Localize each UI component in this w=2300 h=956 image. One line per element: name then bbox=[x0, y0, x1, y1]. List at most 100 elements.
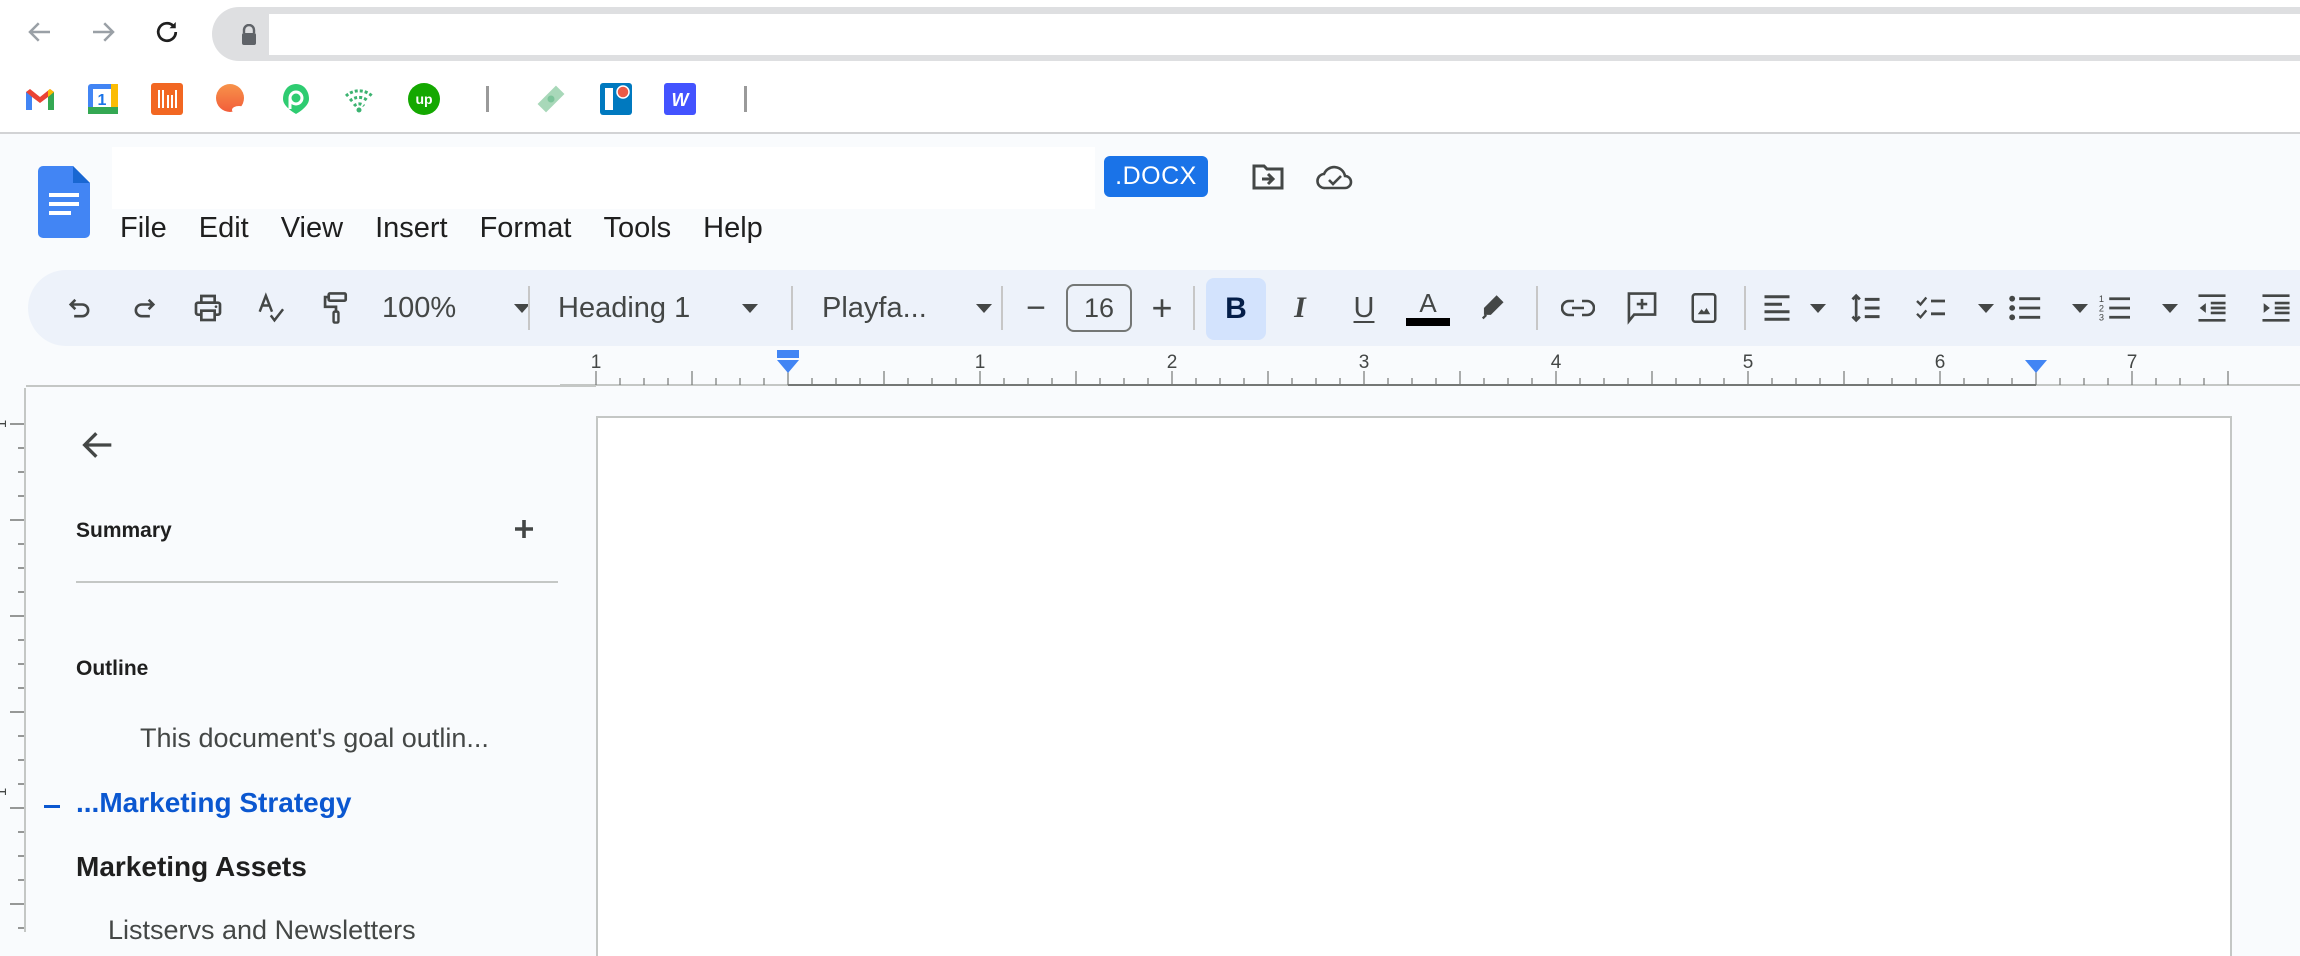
decrease-indent-button[interactable] bbox=[2192, 288, 2232, 328]
outline-item[interactable]: Listservs and Newsletters bbox=[108, 915, 416, 946]
insert-link-button[interactable] bbox=[1558, 288, 1598, 328]
move-button[interactable] bbox=[1252, 163, 1284, 196]
ruler-label: 1 bbox=[0, 788, 10, 796]
bookmark-green-p[interactable] bbox=[279, 82, 313, 116]
font-value: Playfa... bbox=[822, 291, 927, 324]
ruler-label: 5 bbox=[1743, 352, 1754, 373]
highlighter-icon bbox=[1481, 295, 1504, 320]
add-comment-button[interactable] bbox=[1622, 288, 1662, 328]
font-dropdown[interactable]: Playfa... bbox=[822, 288, 992, 328]
style-value: Heading 1 bbox=[558, 291, 691, 324]
menu-insert[interactable]: Insert bbox=[375, 208, 448, 248]
font-size-input[interactable]: 16 bbox=[1066, 284, 1132, 332]
menu-tools[interactable]: Tools bbox=[603, 208, 671, 248]
forward-button[interactable] bbox=[83, 12, 123, 52]
close-outline-button[interactable] bbox=[78, 425, 118, 465]
toolbar-divider bbox=[1193, 286, 1195, 330]
upwork-icon: up bbox=[408, 83, 440, 115]
redo-button[interactable] bbox=[126, 288, 162, 328]
text-color-button[interactable]: A bbox=[1404, 288, 1452, 328]
line-spacing-button[interactable] bbox=[1846, 288, 1886, 328]
print-button[interactable] bbox=[188, 288, 228, 328]
add-summary-button[interactable] bbox=[506, 511, 542, 547]
bookmark-orange-circle[interactable] bbox=[214, 82, 248, 116]
bookmarks-bar: 1 up W bbox=[0, 66, 2300, 134]
docs-logo-icon bbox=[38, 166, 90, 238]
back-button[interactable] bbox=[20, 12, 60, 52]
docs-home-logo[interactable] bbox=[38, 166, 90, 243]
outline-item-active[interactable]: ...Marketing Strategy bbox=[76, 787, 351, 819]
chevron-down-icon bbox=[2162, 303, 2178, 313]
bookmark-wifi[interactable] bbox=[342, 82, 376, 116]
docs-header: .DOCX File Edit View Insert Format Tools… bbox=[0, 136, 2300, 264]
address-bar[interactable] bbox=[212, 7, 2300, 61]
bookmark-money[interactable] bbox=[534, 82, 568, 116]
document-page[interactable] bbox=[596, 416, 2232, 956]
horizontal-ruler[interactable]: 1 1 2 3 4 5 6 7 bbox=[560, 346, 2300, 388]
bars-app-icon bbox=[151, 83, 183, 115]
checklist-icon bbox=[1916, 296, 1945, 320]
decrease-font-size-button[interactable]: − bbox=[1018, 288, 1054, 328]
text-color-glyph: A bbox=[1419, 288, 1437, 318]
menu-format[interactable]: Format bbox=[480, 208, 572, 248]
bookmark-upwork[interactable]: up bbox=[407, 82, 441, 116]
numbered-list-dropdown[interactable]: 123 bbox=[2098, 288, 2178, 328]
bookmark-bars-app[interactable] bbox=[150, 82, 184, 116]
italic-button[interactable]: I bbox=[1280, 288, 1320, 328]
insert-image-button[interactable] bbox=[1684, 288, 1724, 328]
reload-button[interactable] bbox=[147, 12, 187, 52]
ruler-label: 7 bbox=[2127, 352, 2138, 373]
align-dropdown[interactable] bbox=[1762, 288, 1826, 328]
folder-move-icon bbox=[1252, 164, 1284, 190]
checklist-dropdown[interactable] bbox=[1914, 288, 1994, 328]
zoom-dropdown[interactable]: 100% bbox=[382, 288, 530, 328]
green-p-icon bbox=[283, 84, 309, 114]
print-icon bbox=[194, 294, 222, 322]
bulleted-list-dropdown[interactable] bbox=[2008, 288, 2088, 328]
url-input[interactable] bbox=[269, 14, 2300, 55]
menu-edit[interactable]: Edit bbox=[199, 208, 249, 248]
bookmark-calendar[interactable]: 1 bbox=[86, 82, 120, 116]
link-icon bbox=[1561, 299, 1595, 317]
spellcheck-icon bbox=[258, 292, 285, 323]
document-title-input[interactable] bbox=[112, 147, 1095, 209]
toolbar-divider bbox=[528, 286, 530, 330]
toolbar-divider bbox=[1536, 286, 1538, 330]
bookmark-webflow[interactable]: W bbox=[663, 82, 697, 116]
outline-item[interactable]: Marketing Assets bbox=[76, 851, 307, 883]
chevron-down-icon bbox=[1978, 303, 1994, 313]
plus-icon bbox=[515, 520, 533, 538]
menu-help[interactable]: Help bbox=[703, 208, 763, 248]
arrow-right-icon bbox=[93, 22, 115, 42]
increase-font-size-button[interactable]: + bbox=[1144, 287, 1180, 328]
align-left-icon bbox=[1764, 295, 1790, 321]
underline-button[interactable]: U bbox=[1344, 288, 1384, 328]
increase-indent-button[interactable] bbox=[2256, 288, 2296, 328]
wifi-icon bbox=[344, 89, 374, 113]
bookmark-gmail[interactable] bbox=[23, 82, 57, 116]
left-indent-handle[interactable] bbox=[777, 360, 799, 373]
bold-button[interactable]: B bbox=[1206, 278, 1266, 340]
right-indent-handle[interactable] bbox=[2025, 360, 2047, 373]
style-dropdown[interactable]: Heading 1 bbox=[558, 288, 758, 328]
arrow-left-icon bbox=[82, 432, 112, 458]
bookmark-separator bbox=[744, 86, 747, 112]
minus-icon: − bbox=[1026, 288, 1046, 327]
menu-file[interactable]: File bbox=[120, 208, 167, 248]
undo-icon bbox=[68, 298, 90, 318]
numbered-list-icon: 123 bbox=[2099, 294, 2130, 323]
first-line-indent-handle[interactable] bbox=[777, 350, 799, 358]
paint-format-button[interactable] bbox=[316, 288, 356, 328]
spellcheck-button[interactable] bbox=[252, 288, 292, 328]
active-outline-indicator bbox=[44, 805, 60, 808]
undo-button[interactable] bbox=[62, 288, 98, 328]
save-status-button[interactable] bbox=[1316, 162, 1354, 197]
bookmark-separator bbox=[486, 86, 489, 112]
outline-item[interactable]: This document's goal outlin... bbox=[140, 723, 489, 754]
menu-bar: File Edit View Insert Format Tools Help bbox=[120, 208, 795, 248]
highlight-button[interactable] bbox=[1472, 288, 1512, 328]
menu-view[interactable]: View bbox=[281, 208, 343, 248]
bookmark-board[interactable] bbox=[599, 82, 633, 116]
vertical-ruler[interactable]: 11 bbox=[0, 388, 26, 932]
bullet-list-icon bbox=[2009, 295, 2041, 321]
